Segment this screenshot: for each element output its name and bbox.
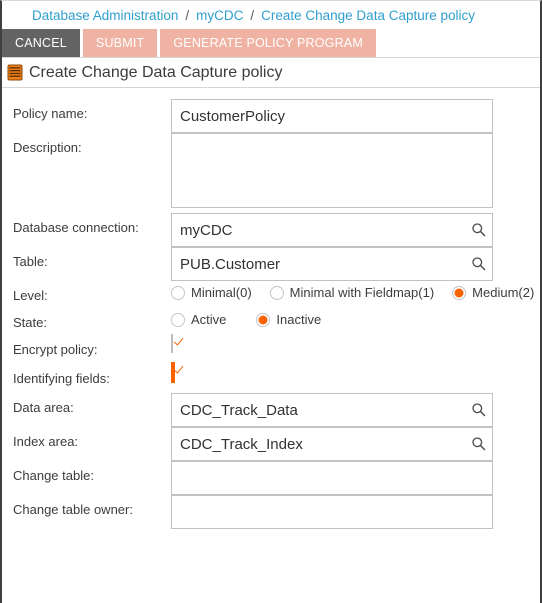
state-option-label: Inactive: [276, 312, 322, 327]
cdc-policy-form: Policy name: Description: Database conne…: [2, 88, 540, 529]
radio-icon[interactable]: [269, 285, 284, 300]
index-area-input[interactable]: [171, 427, 493, 461]
form-row-state: State: Active Inactive: [2, 308, 540, 335]
policy-name-input[interactable]: [171, 99, 493, 133]
breadcrumb-separator: /: [250, 7, 255, 23]
state-label: State:: [13, 315, 47, 330]
identifying-fields-label: Identifying fields:: [13, 371, 110, 386]
cancel-button[interactable]: CANCEL: [2, 29, 80, 57]
database-icon: [7, 64, 23, 81]
encrypt-policy-checkbox[interactable]: [171, 334, 173, 353]
form-row-identifying-fields: Identifying fields:: [2, 362, 540, 393]
state-option-active[interactable]: Active: [171, 312, 226, 327]
description-label: Description:: [13, 140, 82, 155]
encrypt-policy-label: Encrypt policy:: [13, 342, 98, 357]
action-toolbar: CANCEL SUBMIT GENERATE POLICY PROGRAM: [2, 29, 540, 57]
change-table-owner-input[interactable]: [171, 495, 493, 529]
level-label: Level:: [13, 288, 48, 303]
breadcrumb: Database Administration / myCDC / Create…: [2, 1, 540, 29]
form-row-database-connection: Database connection:: [2, 213, 540, 247]
state-option-inactive[interactable]: Inactive: [256, 312, 321, 327]
form-row-encrypt-policy: Encrypt policy:: [2, 334, 540, 364]
breadcrumb-item-mycdc[interactable]: myCDC: [196, 8, 243, 23]
state-radio-group: Active Inactive: [171, 308, 540, 327]
level-option-medium[interactable]: Medium(2): [452, 285, 534, 300]
form-row-level: Level: Minimal(0) Minimal with Fieldmap(…: [2, 281, 540, 308]
description-textarea[interactable]: [171, 133, 493, 208]
form-row-change-table-owner: Change table owner:: [2, 495, 540, 529]
identifying-fields-checkbox[interactable]: [171, 362, 175, 383]
radio-icon-selected[interactable]: [256, 312, 271, 327]
table-label: Table:: [13, 254, 48, 269]
database-connection-input[interactable]: [171, 213, 493, 247]
change-table-input[interactable]: [171, 461, 493, 495]
cdc-policy-page: Database Administration / myCDC / Create…: [0, 0, 542, 603]
policy-name-label: Policy name:: [13, 106, 88, 121]
index-area-label: Index area:: [13, 434, 79, 449]
level-option-minimal-with-fieldmap[interactable]: Minimal with Fieldmap(1): [269, 285, 435, 300]
level-option-label: Minimal with Fieldmap(1): [289, 285, 435, 300]
data-area-input[interactable]: [171, 393, 493, 427]
level-radio-group: Minimal(0) Minimal with Fieldmap(1) Medi…: [171, 281, 540, 300]
radio-icon[interactable]: [171, 285, 185, 300]
form-row-policy-name: Policy name:: [2, 99, 540, 133]
breadcrumb-separator: /: [185, 7, 190, 23]
level-option-label: Minimal(0): [191, 285, 252, 300]
radio-icon-selected[interactable]: [452, 285, 467, 300]
form-row-data-area: Data area:: [2, 393, 540, 427]
level-option-minimal[interactable]: Minimal(0): [171, 285, 252, 300]
radio-icon[interactable]: [171, 312, 185, 327]
change-table-owner-label: Change table owner:: [13, 502, 133, 517]
form-row-index-area: Index area:: [2, 427, 540, 461]
level-option-label: Medium(2): [472, 285, 535, 300]
page-title-bar: Create Change Data Capture policy: [2, 57, 540, 88]
change-table-label: Change table:: [13, 468, 94, 483]
form-row-change-table: Change table:: [2, 461, 540, 495]
breadcrumb-item-create-policy[interactable]: Create Change Data Capture policy: [261, 8, 475, 23]
page-title: Create Change Data Capture policy: [29, 63, 283, 81]
database-connection-label: Database connection:: [13, 220, 139, 235]
generate-policy-program-button[interactable]: GENERATE POLICY PROGRAM: [160, 29, 376, 57]
table-input[interactable]: [171, 247, 493, 281]
data-area-label: Data area:: [13, 400, 74, 415]
submit-button[interactable]: SUBMIT: [82, 29, 158, 57]
form-row-description: Description:: [2, 133, 540, 213]
state-option-label: Active: [191, 312, 227, 327]
form-row-table: Table:: [2, 247, 540, 281]
breadcrumb-item-database-administration[interactable]: Database Administration: [32, 8, 178, 23]
